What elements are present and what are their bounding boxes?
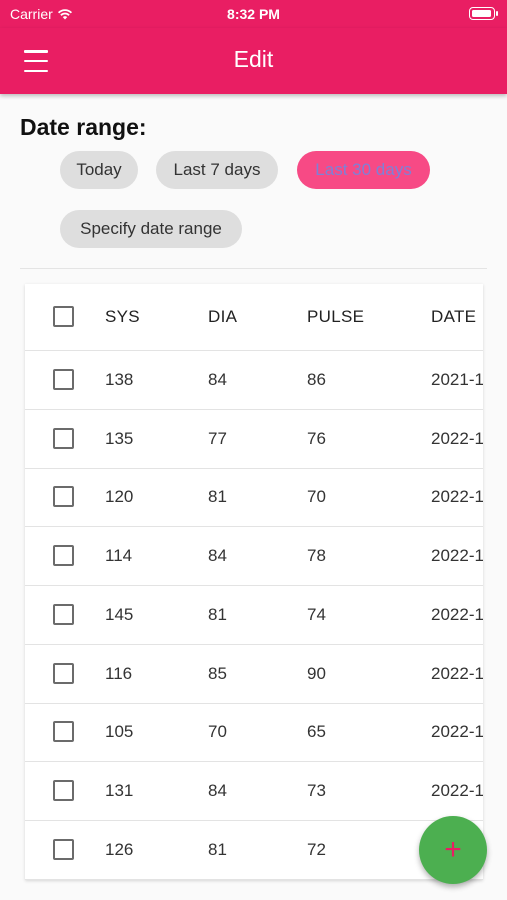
readings-table: SYS DIA PULSE DATE 138 84 86 2021-1 135 77 76 2022-…	[25, 284, 483, 880]
row-checkbox[interactable]	[53, 780, 74, 801]
cell-date: 2021-1	[431, 370, 483, 389]
add-reading-button[interactable]: +	[419, 816, 487, 884]
cell-pulse: 76	[307, 429, 326, 448]
cell-sys: 105	[105, 722, 134, 741]
cell-sys: 114	[105, 546, 133, 565]
table-row[interactable]: 138 84 86 2021-1	[25, 351, 483, 410]
table-row[interactable]: 114 84 78 2022-1	[25, 527, 483, 586]
cell-date: 2022-1	[431, 664, 483, 683]
chip-last-30-days[interactable]: Last 30 days	[297, 151, 430, 189]
table-row[interactable]: 145 81 74 2022-1	[25, 586, 483, 645]
cell-sys: 126	[105, 840, 134, 859]
chip-label: Last 30 days	[315, 160, 412, 179]
row-checkbox[interactable]	[53, 839, 74, 860]
cell-pulse: 70	[307, 487, 326, 506]
table-row[interactable]: 131 84 73 2022-1	[25, 762, 483, 821]
cell-sys: 145	[105, 605, 134, 624]
chip-label: Today	[76, 160, 122, 179]
chip-label: Specify date range	[80, 219, 222, 238]
cell-date: 2022-1	[431, 781, 483, 800]
cell-dia: 70	[208, 722, 227, 741]
cell-dia: 81	[208, 840, 227, 859]
cell-sys: 116	[105, 664, 133, 683]
cell-date: 2022-1	[431, 722, 483, 741]
status-bar: Carrier 8:32 PM	[0, 0, 507, 28]
cell-sys: 135	[105, 429, 134, 448]
cell-date: 2022-1	[431, 487, 483, 506]
cell-dia: 84	[208, 546, 227, 565]
cell-sys: 138	[105, 370, 134, 389]
battery-icon	[469, 7, 498, 20]
cell-pulse: 86	[307, 370, 326, 389]
table-header-row: SYS DIA PULSE DATE	[25, 284, 483, 351]
chip-today[interactable]: Today	[60, 151, 138, 189]
row-checkbox[interactable]	[53, 486, 74, 507]
table-row[interactable]: 116 85 90 2022-1	[25, 645, 483, 704]
table-row[interactable]: 105 70 65 2022-1	[25, 703, 483, 762]
row-checkbox[interactable]	[53, 428, 74, 449]
cell-date: 2022-1	[431, 605, 483, 624]
row-checkbox[interactable]	[53, 604, 74, 625]
plus-icon: +	[444, 833, 462, 866]
cell-dia: 85	[208, 664, 227, 683]
row-checkbox[interactable]	[53, 721, 74, 742]
chip-label: Last 7 days	[173, 160, 261, 179]
cell-date: 2022-1	[431, 429, 483, 448]
cell-dia: 81	[208, 487, 227, 506]
cell-dia: 81	[208, 605, 227, 624]
date-range-label: Date range:	[20, 114, 147, 140]
table-row[interactable]: 135 77 76 2022-1	[25, 410, 483, 469]
chip-last-7-days[interactable]: Last 7 days	[156, 151, 278, 189]
cell-sys: 120	[105, 487, 134, 506]
cell-pulse: 72	[307, 840, 326, 859]
row-checkbox[interactable]	[53, 545, 74, 566]
cell-date: 2022-1	[431, 546, 483, 565]
cell-pulse: 73	[307, 781, 326, 800]
column-header-sys: SYS	[105, 307, 140, 326]
column-header-date: DATE	[431, 307, 477, 326]
cell-pulse: 90	[307, 664, 326, 683]
app-bar: Edit	[0, 28, 507, 94]
divider	[20, 268, 487, 269]
cell-pulse: 65	[307, 722, 326, 741]
select-all-checkbox[interactable]	[53, 306, 74, 327]
cell-pulse: 74	[307, 605, 326, 624]
table-row[interactable]: 12681722022-1	[25, 821, 483, 880]
table-row[interactable]: 120 81 70 2022-1	[25, 468, 483, 527]
column-header-pulse: PULSE	[307, 307, 365, 326]
row-checkbox[interactable]	[53, 369, 74, 390]
cell-dia: 84	[208, 781, 227, 800]
column-header-dia: DIA	[208, 307, 238, 326]
cell-pulse: 78	[307, 546, 326, 565]
cell-dia: 77	[208, 429, 227, 448]
page-title: Edit	[233, 46, 274, 72]
chip-specify-date-range[interactable]: Specify date range	[60, 210, 242, 248]
cell-sys: 131	[105, 781, 134, 800]
status-time: 8:32 PM	[227, 6, 280, 22]
row-checkbox[interactable]	[53, 663, 74, 684]
cell-dia: 84	[208, 370, 227, 389]
